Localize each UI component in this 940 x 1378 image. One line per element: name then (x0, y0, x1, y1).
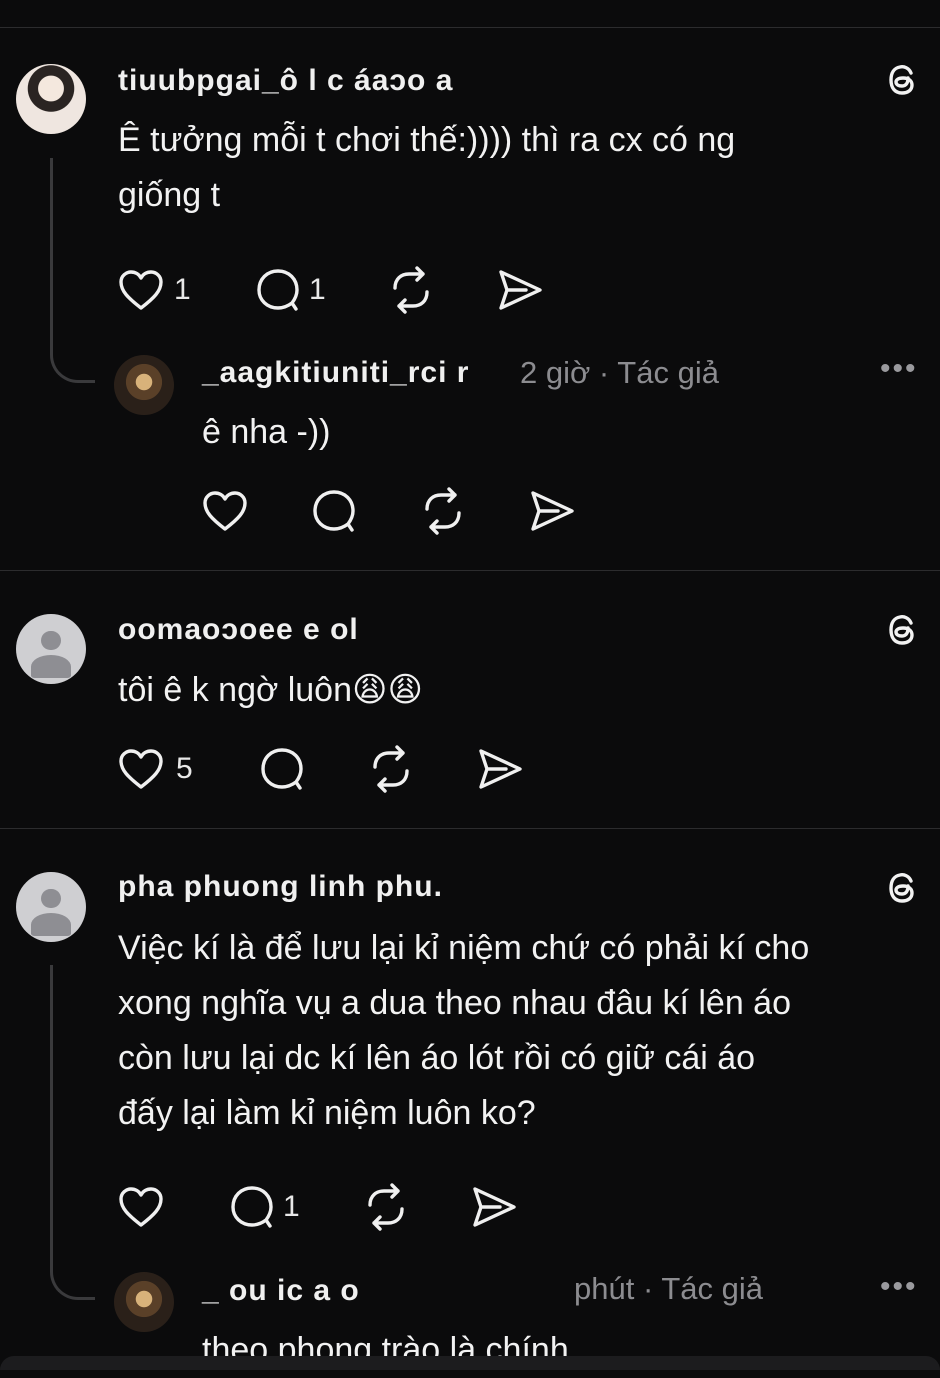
username[interactable]: pha phuong linh phu. (118, 870, 443, 904)
heart-icon (119, 749, 163, 789)
share-send-icon (531, 491, 574, 531)
avatar[interactable] (114, 1272, 174, 1332)
share-button[interactable] (476, 747, 524, 791)
threads-logo-icon[interactable] (880, 58, 924, 102)
like-count: 5 (176, 752, 193, 785)
repost-icon (425, 487, 461, 535)
comment-text: tôi ê k ngờ luôn😩😩 (118, 671, 423, 709)
heart-icon (119, 1187, 163, 1227)
share-send-icon (473, 1187, 516, 1227)
thread-connector (50, 158, 95, 383)
reply-meta: phút · Tác giả (574, 1271, 763, 1306)
more-options-icon[interactable]: ••• (880, 1270, 918, 1304)
comment-bubble-icon (231, 1186, 273, 1228)
username[interactable]: _ ou ic a o (202, 1274, 360, 1308)
repost-button[interactable] (362, 1183, 410, 1231)
username[interactable]: oomaoɔoee e ol (118, 613, 359, 647)
share-button[interactable] (496, 268, 544, 312)
repost-icon (393, 266, 429, 314)
thread-connector (50, 965, 95, 1300)
reply-meta: 2 giờ · Tác giả (520, 355, 719, 390)
avatar[interactable] (16, 64, 86, 134)
comment-divider (0, 570, 940, 571)
reply-text: ê nha -)) (202, 413, 331, 451)
like-button[interactable] (118, 268, 164, 312)
avatar[interactable] (114, 355, 174, 415)
reply-count: 1 (283, 1190, 300, 1223)
username[interactable]: _aagkitiuniti_rci r (202, 356, 469, 390)
share-send-icon (499, 270, 542, 310)
repost-button[interactable] (367, 745, 415, 793)
like-button[interactable] (202, 489, 248, 533)
comment-bubble-icon (313, 490, 355, 532)
comment-button[interactable] (258, 745, 306, 793)
share-button[interactable] (528, 489, 576, 533)
avatar[interactable] (16, 614, 86, 684)
repost-icon (373, 745, 409, 793)
comment-divider (0, 828, 940, 829)
comment-button[interactable] (254, 266, 302, 314)
like-button[interactable] (118, 1185, 164, 1229)
bottom-sheet-edge (0, 1356, 940, 1370)
repost-icon (368, 1183, 404, 1231)
heart-icon (119, 270, 163, 310)
avatar[interactable] (16, 872, 86, 942)
like-button[interactable] (118, 747, 164, 791)
heart-icon (203, 491, 247, 531)
share-send-icon (479, 749, 522, 789)
comment-bubble-icon (261, 748, 303, 790)
username[interactable]: tiuubpgai_ô l c áaɔo a (118, 64, 453, 98)
threads-logo-icon[interactable] (880, 866, 924, 910)
repost-button[interactable] (387, 266, 435, 314)
comment-button[interactable] (310, 487, 358, 535)
threads-logo-icon[interactable] (880, 608, 924, 652)
comment-text: Việc kí là để lưu lại kỉ niệm chứ có phả… (118, 929, 810, 1132)
comment-text: Ê tưởng mỗi t chơi thế:)))) thì ra cx có… (118, 121, 736, 214)
top-divider (0, 27, 940, 28)
like-count: 1 (174, 273, 191, 306)
share-button[interactable] (470, 1185, 518, 1229)
comment-bubble-icon (257, 269, 299, 311)
reply-count: 1 (309, 273, 326, 306)
comment-button[interactable] (228, 1183, 276, 1231)
more-options-icon[interactable]: ••• (880, 352, 918, 386)
repost-button[interactable] (419, 487, 467, 535)
